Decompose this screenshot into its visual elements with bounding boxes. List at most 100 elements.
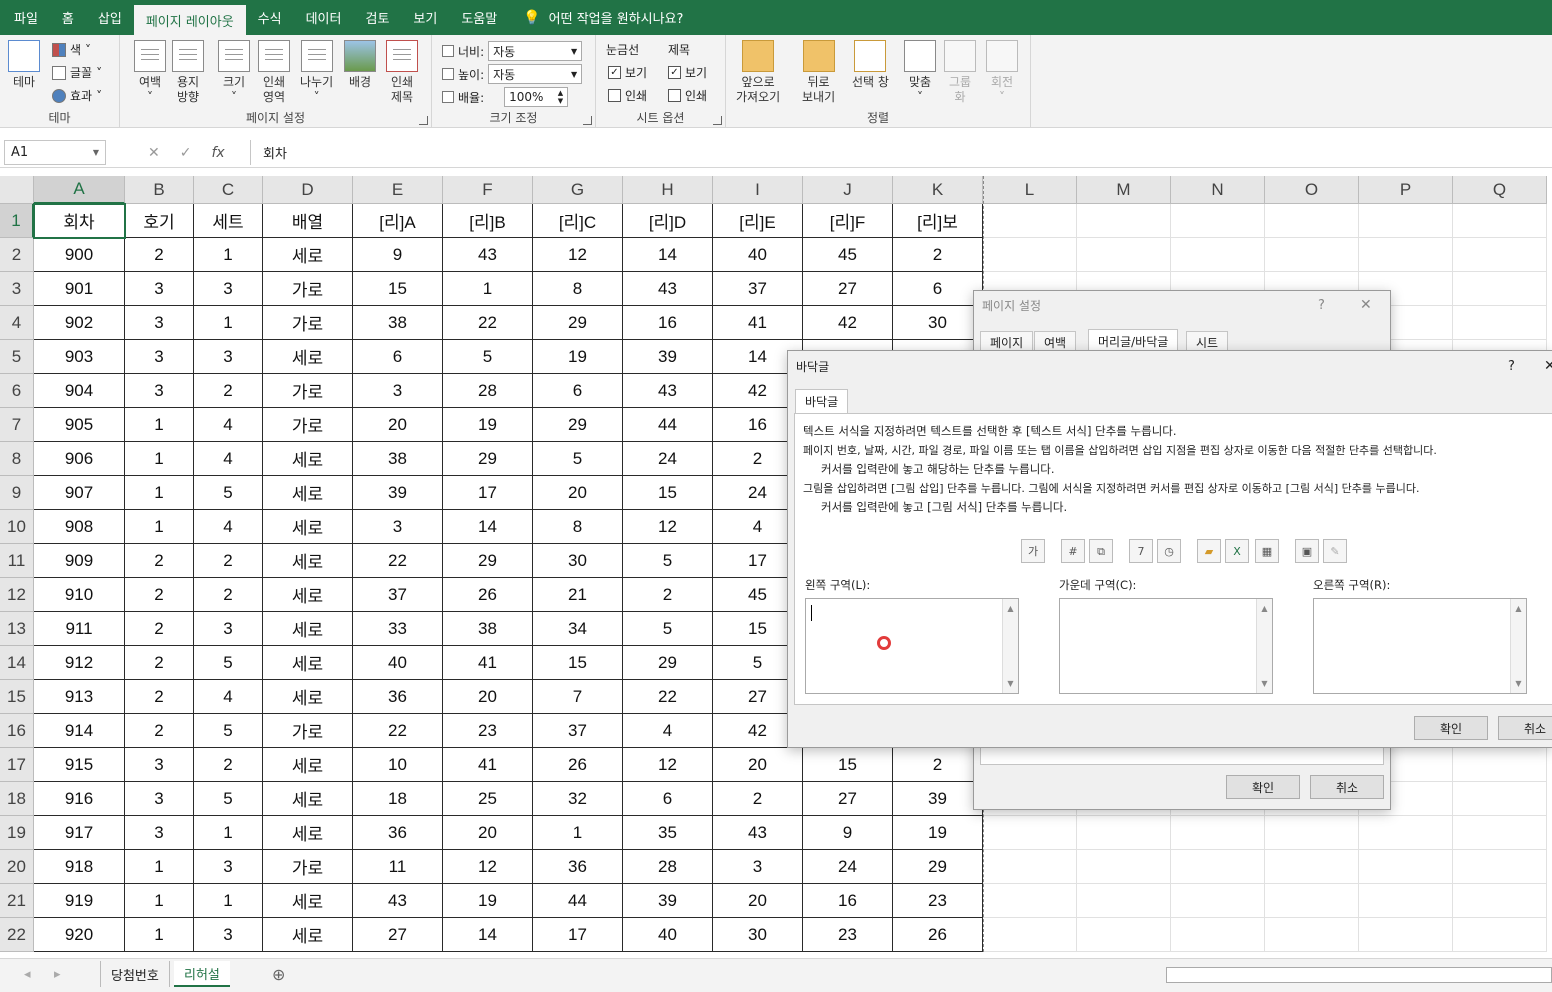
- format-picture-icon[interactable]: ✎: [1323, 539, 1347, 563]
- cell[interactable]: 902: [34, 306, 125, 340]
- cell[interactable]: 25: [443, 782, 533, 816]
- cell[interactable]: 5: [443, 340, 533, 374]
- cell[interactable]: 호기: [125, 204, 194, 238]
- cell[interactable]: 19: [533, 340, 623, 374]
- column-header[interactable]: D: [263, 176, 353, 204]
- sheet-scroll-left-icon[interactable]: ◂: [14, 961, 41, 987]
- select-all-corner[interactable]: [0, 176, 34, 204]
- column-header[interactable]: L: [983, 176, 1077, 204]
- insert-page-number-icon[interactable]: #: [1061, 539, 1085, 563]
- empty-cell[interactable]: [1171, 204, 1265, 238]
- cell[interactable]: 917: [34, 816, 125, 850]
- cell[interactable]: 904: [34, 374, 125, 408]
- empty-cell[interactable]: [1265, 850, 1359, 884]
- empty-cell[interactable]: [983, 918, 1077, 952]
- cell[interactable]: 3: [125, 748, 194, 782]
- rotate-button[interactable]: 회전 ˅: [986, 40, 1018, 105]
- left-section-textarea[interactable]: ▲ ▼: [805, 598, 1019, 694]
- cell[interactable]: 19: [443, 884, 533, 918]
- row-header[interactable]: 6: [0, 374, 34, 408]
- empty-cell[interactable]: [983, 850, 1077, 884]
- cell[interactable]: [리]F: [803, 204, 893, 238]
- empty-cell[interactable]: [1453, 238, 1547, 272]
- row-header[interactable]: 21: [0, 884, 34, 918]
- cell[interactable]: 2: [125, 578, 194, 612]
- cell[interactable]: 23: [893, 884, 983, 918]
- cell[interactable]: 1: [125, 884, 194, 918]
- empty-cell[interactable]: [983, 204, 1077, 238]
- colors-button[interactable]: 색 ˅: [52, 41, 91, 58]
- tab-insert[interactable]: 삽입: [86, 0, 134, 35]
- cell[interactable]: 14: [443, 510, 533, 544]
- cell[interactable]: 15: [623, 476, 713, 510]
- add-sheet-icon[interactable]: ⊕: [262, 961, 295, 987]
- headings-print-checkbox[interactable]: 인쇄: [668, 87, 707, 104]
- formula-input[interactable]: 회차: [250, 140, 1552, 165]
- cell[interactable]: 39: [353, 476, 443, 510]
- empty-cell[interactable]: [1171, 238, 1265, 272]
- row-header[interactable]: 13: [0, 612, 34, 646]
- send-backward-button[interactable]: 뒤로 보내기: [802, 40, 835, 105]
- row-header[interactable]: 7: [0, 408, 34, 442]
- cell[interactable]: 3: [125, 306, 194, 340]
- cell[interactable]: 27: [353, 918, 443, 952]
- insert-file-name-icon[interactable]: X: [1225, 539, 1249, 563]
- cell[interactable]: 33: [353, 612, 443, 646]
- insert-date-icon[interactable]: 7: [1129, 539, 1153, 563]
- empty-cell[interactable]: [1453, 850, 1547, 884]
- cell[interactable]: 20: [713, 748, 803, 782]
- cell[interactable]: 913: [34, 680, 125, 714]
- cell[interactable]: 41: [443, 748, 533, 782]
- cell[interactable]: 29: [533, 408, 623, 442]
- cell[interactable]: 2: [893, 748, 983, 782]
- row-header[interactable]: 8: [0, 442, 34, 476]
- sheet-scroll-right-icon[interactable]: ▸: [44, 961, 71, 987]
- cell[interactable]: 901: [34, 272, 125, 306]
- cell[interactable]: 세로: [263, 476, 353, 510]
- row-header[interactable]: 16: [0, 714, 34, 748]
- empty-cell[interactable]: [983, 884, 1077, 918]
- tell-me-box[interactable]: 💡 어떤 작업을 원하시나요?: [509, 0, 697, 35]
- cell[interactable]: 3: [125, 374, 194, 408]
- scale-launcher-icon[interactable]: [583, 116, 592, 125]
- cell[interactable]: 8: [533, 510, 623, 544]
- cell[interactable]: 17: [443, 476, 533, 510]
- cell[interactable]: 26: [533, 748, 623, 782]
- cell[interactable]: 22: [353, 544, 443, 578]
- row-header[interactable]: 15: [0, 680, 34, 714]
- empty-cell[interactable]: [1453, 748, 1547, 782]
- sheet-options-launcher-icon[interactable]: [713, 116, 722, 125]
- cell[interactable]: 2: [194, 748, 263, 782]
- cell[interactable]: 2: [125, 646, 194, 680]
- cell[interactable]: 38: [353, 442, 443, 476]
- cell[interactable]: 14: [623, 238, 713, 272]
- cell[interactable]: 9: [803, 816, 893, 850]
- orientation-button[interactable]: 용지 방향: [172, 40, 204, 105]
- cell[interactable]: 5: [194, 646, 263, 680]
- cell[interactable]: 5: [623, 544, 713, 578]
- cell[interactable]: 2: [194, 544, 263, 578]
- column-header[interactable]: N: [1171, 176, 1265, 204]
- empty-cell[interactable]: [1171, 850, 1265, 884]
- cell[interactable]: 42: [803, 306, 893, 340]
- cell[interactable]: 1: [125, 918, 194, 952]
- cell[interactable]: 20: [533, 476, 623, 510]
- cell[interactable]: 세로: [263, 918, 353, 952]
- cell[interactable]: 916: [34, 782, 125, 816]
- cell[interactable]: 5: [194, 476, 263, 510]
- scrollbar[interactable]: ▲ ▼: [1510, 599, 1526, 693]
- tab-view[interactable]: 보기: [401, 0, 449, 35]
- cell[interactable]: 32: [533, 782, 623, 816]
- cell[interactable]: 12: [623, 510, 713, 544]
- cell[interactable]: 26: [443, 578, 533, 612]
- enter-icon[interactable]: ✓: [180, 145, 192, 161]
- empty-cell[interactable]: [1453, 884, 1547, 918]
- cell[interactable]: 가로: [263, 850, 353, 884]
- cell[interactable]: 1: [125, 476, 194, 510]
- cell[interactable]: 2: [623, 578, 713, 612]
- insert-time-icon[interactable]: ◷: [1157, 539, 1181, 563]
- empty-cell[interactable]: [1171, 816, 1265, 850]
- cell[interactable]: 3: [353, 510, 443, 544]
- cell[interactable]: 4: [194, 442, 263, 476]
- cell[interactable]: 39: [893, 782, 983, 816]
